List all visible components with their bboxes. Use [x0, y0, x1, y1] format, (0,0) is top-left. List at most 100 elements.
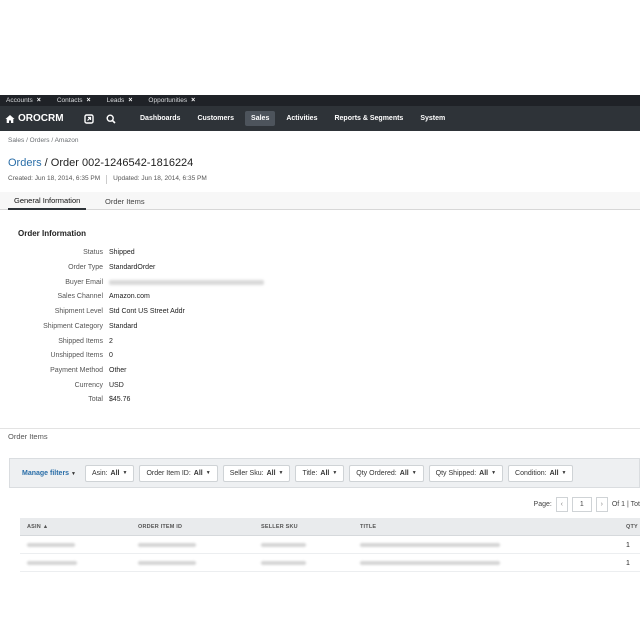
filter-label[interactable]: Asin:	[92, 470, 108, 477]
pin-item-contacts[interactable]: Contacts ×	[57, 97, 91, 104]
table-row[interactable]: 1	[20, 554, 640, 572]
filter-value[interactable]: All	[267, 470, 276, 477]
filter-seller-sku[interactable]: Seller Sku: All ▼	[222, 464, 291, 482]
order-item-id-redacted	[138, 554, 196, 572]
filter-value[interactable]: All	[550, 470, 559, 477]
orders-link[interactable]: Orders	[8, 157, 42, 169]
field-value: Shipped	[109, 249, 135, 256]
filter-condition[interactable]: Condition: All ▼	[508, 464, 574, 482]
filter-label[interactable]: Order Item ID:	[146, 470, 190, 477]
manage-filters-label[interactable]: Manage filters	[22, 470, 69, 477]
menu-item-dashboards[interactable]: Dashboards	[134, 111, 186, 126]
menu-item-customers[interactable]: Customers	[191, 111, 240, 126]
column-header-order-item-id[interactable]: ORDER ITEM ID	[138, 518, 182, 536]
field-sales-channel: Sales Channel Amazon.com	[0, 293, 400, 305]
filter-order-item-id[interactable]: Order Item ID: All ▼	[139, 464, 218, 482]
history-button[interactable]	[78, 106, 100, 131]
page-number-input[interactable]: 1	[571, 497, 592, 512]
filter-title[interactable]: Title: All ▼	[295, 464, 345, 482]
filter-value[interactable]: All	[194, 470, 203, 477]
field-order-type: Order Type StandardOrder	[0, 264, 400, 276]
chevron-down-icon[interactable]: ▼	[279, 470, 284, 476]
chevron-down-icon[interactable]: ▼	[71, 471, 76, 477]
column-label[interactable]: ASIN	[27, 524, 41, 530]
order-title: Order 002-1246542-1816224	[50, 157, 194, 169]
pin-label[interactable]: Leads	[107, 97, 125, 104]
field-currency: Currency USD	[0, 382, 400, 394]
column-header-seller-sku[interactable]: SELLER SKU	[261, 518, 298, 536]
pin-label[interactable]: Accounts	[6, 97, 33, 104]
logo[interactable]: OROCRM	[0, 113, 78, 124]
column-header-title[interactable]: TITLE	[360, 518, 376, 536]
filter-value[interactable]: All	[400, 470, 409, 477]
menu-item-reports-segments[interactable]: Reports & Segments	[328, 111, 409, 126]
chevron-down-icon[interactable]: ▼	[206, 470, 211, 476]
filter-value[interactable]: All	[111, 470, 120, 477]
chevron-down-icon[interactable]: ▼	[123, 470, 128, 476]
next-page-button[interactable]: ›	[595, 497, 608, 512]
filter-label[interactable]: Title:	[302, 470, 317, 477]
sort-asc-icon[interactable]: ▲	[43, 524, 49, 530]
chevron-down-icon[interactable]: ▼	[491, 470, 496, 476]
field-label: Payment Method	[50, 367, 103, 374]
pinbar: Accounts × Contacts × Leads × Opportunit…	[0, 95, 640, 106]
logo-text: OROCRM	[18, 113, 64, 124]
chevron-right-icon: ›	[600, 501, 604, 508]
section-divider	[0, 428, 640, 429]
page-total: Of 1 | Tot	[611, 501, 640, 508]
qty-cell: 1	[626, 541, 630, 549]
filter-label[interactable]: Condition:	[515, 470, 547, 477]
pin-item-leads[interactable]: Leads ×	[107, 97, 133, 104]
prev-page-button[interactable]: ‹	[555, 497, 568, 512]
order-information-title: Order Information	[18, 229, 87, 238]
manage-filters-button[interactable]: Manage filters ▼	[22, 470, 76, 477]
column-header-qty[interactable]: QTY	[626, 518, 638, 536]
menu-item-system[interactable]: System	[414, 111, 451, 126]
seller-sku-redacted	[261, 536, 306, 554]
close-icon[interactable]: ×	[191, 97, 195, 104]
pin-item-opportunities[interactable]: Opportunities ×	[148, 97, 195, 104]
filter-asin[interactable]: Asin: All ▼	[84, 464, 135, 482]
close-icon[interactable]: ×	[37, 97, 41, 104]
close-icon[interactable]: ×	[87, 97, 91, 104]
home-icon	[5, 114, 15, 123]
main-navbar: OROCRM Dashboards Customers Sales Activi…	[0, 106, 640, 131]
field-label: Status	[83, 249, 103, 256]
menu-item-sales[interactable]: Sales	[245, 111, 276, 126]
main-menu: Dashboards Customers Sales Activities Re…	[134, 111, 456, 126]
pin-item-accounts[interactable]: Accounts ×	[6, 97, 41, 104]
history-icon	[84, 113, 94, 124]
field-label: Currency	[74, 382, 103, 389]
column-header-asin[interactable]: ASIN ▲	[27, 518, 48, 536]
filter-label[interactable]: Qty Shipped:	[436, 470, 476, 477]
filter-label[interactable]: Qty Ordered:	[356, 470, 396, 477]
table-row[interactable]: 1	[20, 536, 640, 554]
field-label: Buyer Email	[65, 279, 103, 286]
pin-label[interactable]: Opportunities	[148, 97, 187, 104]
search-button[interactable]	[100, 106, 122, 131]
field-total: Total $45.76	[0, 396, 400, 408]
title-redacted	[360, 554, 500, 572]
filter-qty-ordered[interactable]: Qty Ordered: All ▼	[349, 464, 424, 482]
tab-bar: General Information Order Items	[0, 192, 640, 210]
field-buyer-email: Buyer Email	[0, 279, 400, 291]
field-value: USD	[109, 382, 124, 389]
filter-qty-shipped[interactable]: Qty Shipped: All ▼	[428, 464, 504, 482]
filter-value[interactable]: All	[479, 470, 488, 477]
tab-order-items[interactable]: Order Items	[99, 192, 151, 210]
close-icon[interactable]: ×	[128, 97, 132, 104]
order-items-grid: ASIN ▲ ORDER ITEM ID SELLER SKU TITLE QT…	[20, 518, 640, 572]
chevron-down-icon[interactable]: ▼	[332, 470, 337, 476]
menu-item-activities[interactable]: Activities	[280, 111, 323, 126]
filter-value[interactable]: All	[320, 470, 329, 477]
tab-general-information[interactable]: General Information	[8, 192, 87, 210]
meta-divider	[106, 175, 108, 184]
pin-label[interactable]: Contacts	[57, 97, 83, 104]
chevron-down-icon[interactable]: ▼	[412, 470, 417, 476]
breadcrumb: Sales / Orders / Amazon	[8, 137, 79, 144]
field-value: $45.76	[109, 396, 131, 403]
filter-label[interactable]: Seller Sku:	[230, 470, 264, 477]
field-shipment-category: Shipment Category Standard	[0, 323, 400, 335]
chevron-down-icon[interactable]: ▼	[562, 470, 567, 476]
seller-sku-redacted	[261, 554, 306, 572]
